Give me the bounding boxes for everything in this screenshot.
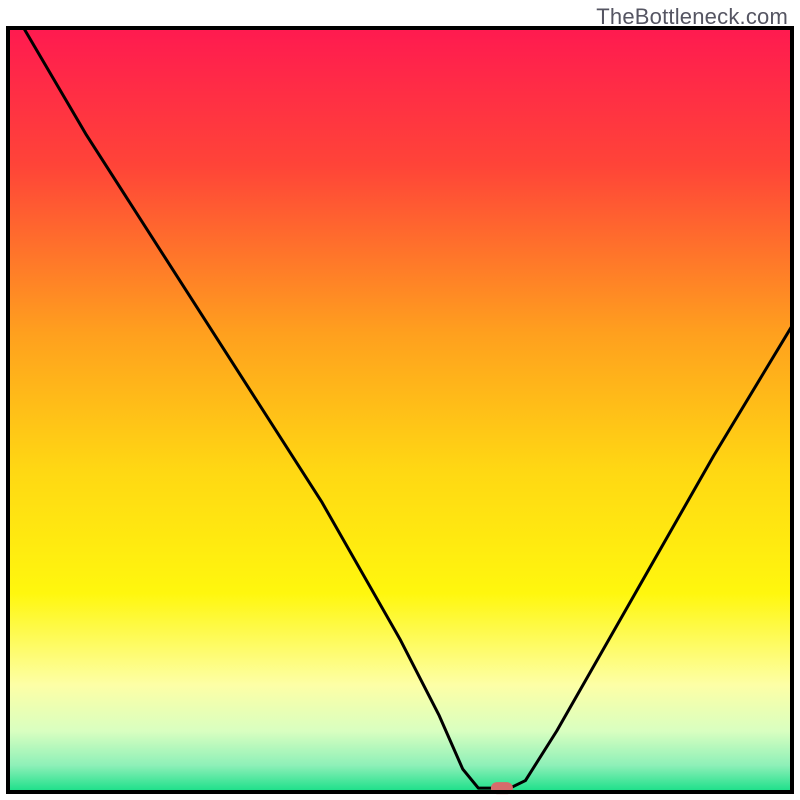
bottleneck-chart: [0, 0, 800, 800]
watermark-text: TheBottleneck.com: [596, 4, 788, 30]
chart-background: [8, 28, 792, 792]
chart-container: TheBottleneck.com: [0, 0, 800, 800]
